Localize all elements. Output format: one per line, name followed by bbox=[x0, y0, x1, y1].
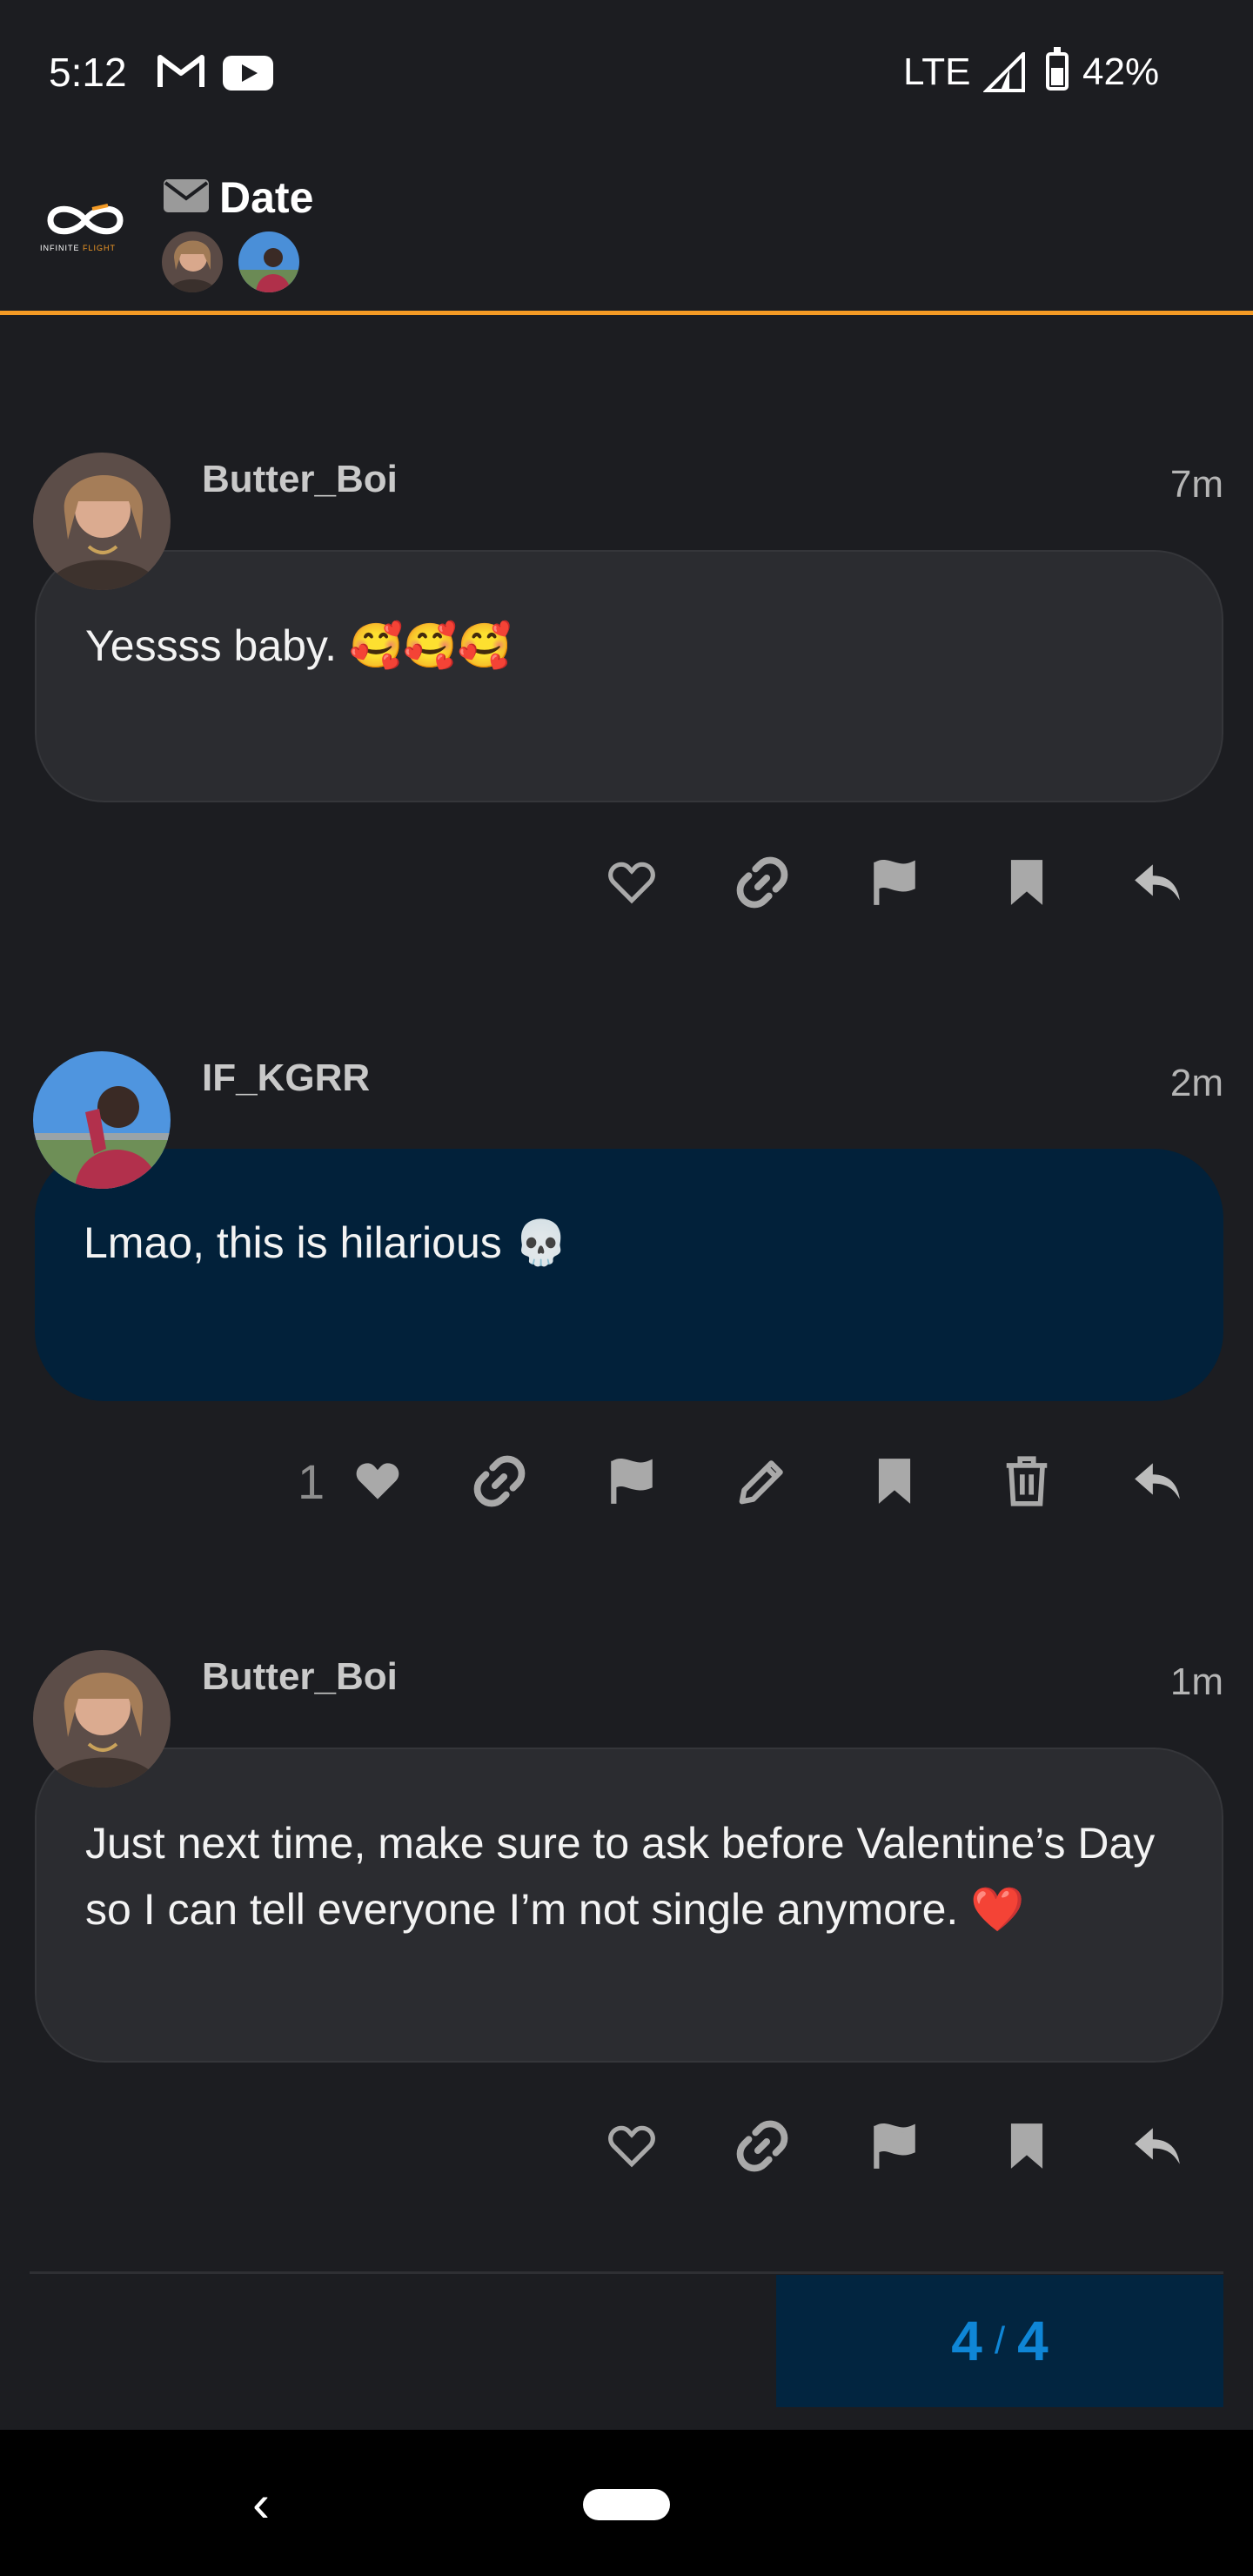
reply-button[interactable] bbox=[1122, 1446, 1192, 1516]
like-icon bbox=[356, 1463, 399, 1499]
reply-button[interactable] bbox=[1122, 2111, 1192, 2181]
post-actions bbox=[0, 2111, 1253, 2181]
post-time[interactable]: 1m bbox=[1170, 1660, 1223, 1704]
logo-brand-left: INFINITE bbox=[40, 244, 83, 252]
infinite-flight-logo[interactable]: INFINITE FLIGHT bbox=[40, 200, 131, 261]
like-button[interactable] bbox=[343, 1446, 412, 1516]
flag-icon bbox=[874, 2123, 915, 2169]
status-bar: 5:12 LTE 42% bbox=[0, 0, 1253, 148]
post-body: Just next time, make sure to ask before … bbox=[35, 1748, 1223, 2063]
reply-icon bbox=[1135, 1463, 1180, 1499]
like-button[interactable] bbox=[597, 2111, 667, 2181]
post-time[interactable]: 7m bbox=[1170, 463, 1223, 506]
user-avatar[interactable] bbox=[33, 453, 171, 590]
flag-button[interactable] bbox=[597, 1446, 667, 1516]
link-icon bbox=[736, 2120, 788, 2172]
flag-icon bbox=[874, 860, 915, 905]
delete-icon bbox=[1006, 1456, 1048, 1506]
link-icon bbox=[473, 1455, 526, 1507]
user-avatar[interactable] bbox=[33, 1650, 171, 1788]
participant-avatar[interactable] bbox=[162, 231, 223, 292]
signal-icon bbox=[983, 52, 1025, 92]
flag-button[interactable] bbox=[860, 848, 929, 917]
timeline-divider bbox=[30, 2271, 1223, 2274]
post-time[interactable]: 2m bbox=[1170, 1062, 1223, 1105]
bookmark-icon bbox=[878, 1459, 911, 1504]
flag-button[interactable] bbox=[860, 2111, 929, 2181]
bookmark-button[interactable] bbox=[992, 2111, 1062, 2181]
participant-avatar[interactable] bbox=[238, 231, 299, 292]
envelope-icon bbox=[164, 179, 209, 212]
bookmark-button[interactable] bbox=[860, 1446, 929, 1516]
post-username[interactable]: IF_KGRR bbox=[202, 1057, 370, 1100]
edit-button[interactable] bbox=[727, 1446, 797, 1516]
post-username[interactable]: Butter_Boi bbox=[202, 1655, 398, 1699]
youtube-icon bbox=[223, 56, 273, 91]
bookmark-icon bbox=[1010, 2123, 1043, 2169]
like-icon bbox=[608, 862, 655, 904]
home-pill[interactable] bbox=[583, 2489, 670, 2520]
flag-icon bbox=[611, 1459, 653, 1504]
gmail-icon bbox=[157, 55, 204, 87]
reply-button[interactable] bbox=[1122, 848, 1192, 917]
back-icon[interactable]: ‹ bbox=[252, 2473, 270, 2533]
post-body: Yessss baby. 🥰🥰🥰 bbox=[35, 550, 1223, 802]
topic-progress[interactable]: 4 / 4 bbox=[776, 2275, 1223, 2407]
logo-brand-right: FLIGHT bbox=[83, 244, 117, 252]
link-button[interactable] bbox=[465, 1446, 534, 1516]
bookmark-button[interactable] bbox=[992, 848, 1062, 917]
battery-percent: 42% bbox=[1082, 50, 1160, 93]
infinity-icon bbox=[47, 204, 124, 235]
post-body: Lmao, this is hilarious 💀 bbox=[35, 1149, 1223, 1401]
reply-icon bbox=[1135, 2128, 1180, 2164]
progress-total: 4 bbox=[1017, 2310, 1049, 2372]
topic-title[interactable]: Date bbox=[219, 172, 313, 223]
topic-header: INFINITE FLIGHT Date bbox=[0, 148, 1253, 315]
delete-button[interactable] bbox=[992, 1446, 1062, 1516]
reply-icon bbox=[1135, 864, 1180, 901]
progress-current: 4 bbox=[951, 2310, 982, 2372]
status-time: 5:12 bbox=[49, 50, 127, 95]
post-actions bbox=[0, 848, 1253, 917]
post-username[interactable]: Butter_Boi bbox=[202, 458, 398, 501]
link-icon bbox=[736, 856, 788, 909]
like-count[interactable]: 1 bbox=[298, 1453, 325, 1510]
user-avatar[interactable] bbox=[33, 1051, 171, 1189]
bookmark-icon bbox=[1010, 860, 1043, 905]
progress-separator: / bbox=[994, 2319, 1006, 2362]
system-nav-bar: ‹ bbox=[0, 2430, 1253, 2576]
post-actions: 1 bbox=[0, 1446, 1253, 1516]
network-type: LTE bbox=[903, 50, 971, 93]
battery-icon bbox=[1046, 47, 1069, 91]
logo-brand-text: INFINITE FLIGHT bbox=[40, 244, 131, 252]
link-button[interactable] bbox=[727, 848, 797, 917]
link-button[interactable] bbox=[727, 2111, 797, 2181]
like-icon bbox=[608, 2125, 655, 2168]
like-button[interactable] bbox=[597, 848, 667, 917]
edit-icon bbox=[739, 1460, 783, 1505]
